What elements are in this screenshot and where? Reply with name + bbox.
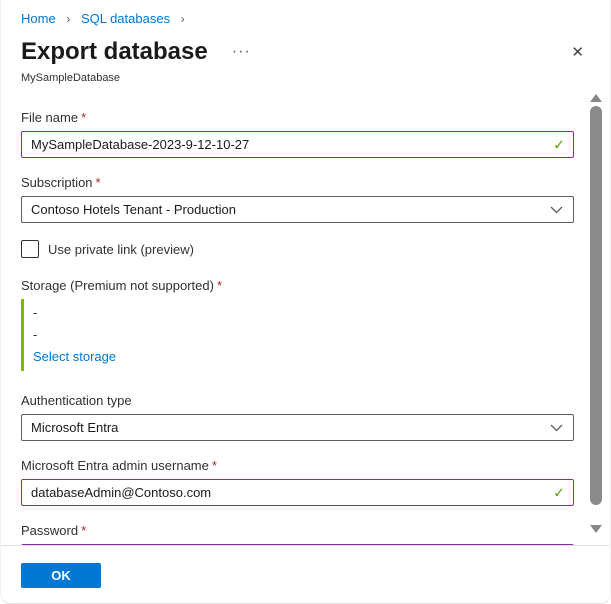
file-name-label: File name* (21, 110, 574, 125)
chevron-down-icon (550, 423, 563, 432)
required-asterisk: * (209, 458, 217, 473)
export-database-blade: Home › SQL databases › Export database ·… (0, 0, 611, 604)
page-title: Export database (21, 38, 208, 66)
subscription-label-text: Subscription (21, 175, 93, 190)
subscription-label: Subscription* (21, 175, 574, 190)
storage-status-block: - - Select storage (21, 299, 574, 371)
private-link-checkbox[interactable] (21, 240, 39, 258)
close-button[interactable]: ✕ (565, 41, 590, 64)
required-asterisk: * (78, 523, 86, 538)
chevron-down-icon (550, 205, 563, 214)
admin-username-input[interactable] (21, 479, 574, 506)
ellipsis-icon: ··· (232, 43, 251, 60)
required-asterisk: * (93, 175, 101, 190)
private-link-label: Use private link (preview) (48, 242, 194, 257)
storage-line: - (33, 302, 574, 324)
admin-username-label-text: Microsoft Entra admin username (21, 458, 209, 473)
authentication-type-label: Authentication type (21, 393, 574, 408)
scroll-up-button[interactable] (590, 94, 602, 102)
private-link-row: Use private link (preview) (21, 240, 574, 258)
subscription-selected-value: Contoso Hotels Tenant - Production (31, 202, 236, 217)
authentication-type-field: Authentication type Microsoft Entra (21, 393, 574, 441)
admin-username-label: Microsoft Entra admin username* (21, 458, 574, 473)
breadcrumb-link-home[interactable]: Home (21, 11, 56, 26)
subscription-field: Subscription* Contoso Hotels Tenant - Pr… (21, 175, 574, 223)
select-storage-link[interactable]: Select storage (33, 346, 116, 368)
blade-footer: OK (1, 545, 610, 603)
breadcrumb: Home › SQL databases › (21, 11, 590, 26)
breadcrumb-link-sql-databases[interactable]: SQL databases (81, 11, 170, 26)
file-name-field: File name* ✓ (21, 110, 574, 158)
blade-header: Home › SQL databases › Export database ·… (1, 0, 610, 84)
storage-label-text: Storage (Premium not supported) (21, 278, 214, 293)
password-input[interactable] (21, 544, 574, 545)
authentication-type-label-text: Authentication type (21, 393, 132, 408)
file-name-label-text: File name (21, 110, 78, 125)
admin-username-field: Microsoft Entra admin username* ✓ (21, 458, 574, 506)
storage-field: Storage (Premium not supported)* - - Sel… (21, 278, 574, 371)
form-content: File name* ✓ Subscription* Contoso Hotel… (1, 94, 610, 545)
password-field: Password* ✓ (21, 523, 574, 545)
more-options-button[interactable]: ··· (230, 43, 253, 61)
ok-button[interactable]: OK (21, 563, 101, 588)
subscription-select[interactable]: Contoso Hotels Tenant - Production (21, 196, 574, 223)
scrollbar-thumb[interactable] (590, 106, 602, 505)
required-asterisk: * (78, 110, 86, 125)
scroll-down-button[interactable] (590, 525, 602, 533)
password-label-text: Password (21, 523, 78, 538)
file-name-input[interactable] (21, 131, 574, 158)
title-row: Export database ··· ✕ (21, 38, 590, 66)
storage-label: Storage (Premium not supported)* (21, 278, 574, 293)
scrollbar-track[interactable] (587, 90, 605, 541)
required-asterisk: * (214, 278, 222, 293)
breadcrumb-separator: › (181, 12, 185, 26)
breadcrumb-separator: › (66, 12, 70, 26)
close-icon: ✕ (571, 44, 584, 61)
authentication-type-select[interactable]: Microsoft Entra (21, 414, 574, 441)
authentication-type-selected-value: Microsoft Entra (31, 420, 118, 435)
password-label: Password* (21, 523, 574, 538)
storage-line: - (33, 324, 574, 346)
page-subtitle: MySampleDatabase (21, 72, 590, 84)
